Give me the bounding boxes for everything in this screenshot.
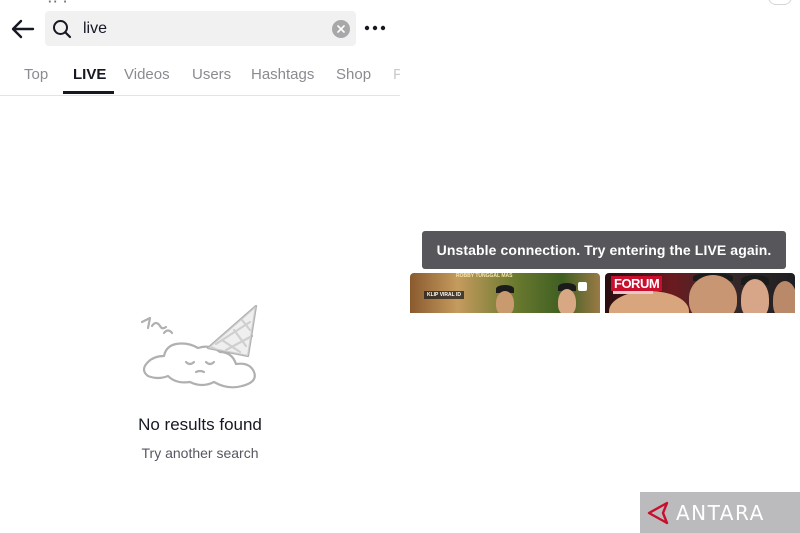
- person-face: [741, 279, 769, 313]
- search-icon: [53, 19, 72, 38]
- melted-ice-cream-icon: [140, 304, 258, 389]
- search-input[interactable]: live: [45, 11, 356, 46]
- tab-videos[interactable]: Videos: [124, 66, 170, 83]
- arrow-left-icon[interactable]: [10, 16, 36, 42]
- tab-users[interactable]: Users: [192, 66, 231, 83]
- tab-hashtags[interactable]: Hashtags: [251, 66, 314, 83]
- status-bar-clipped: ·· ·: [48, 0, 69, 9]
- live-screen: Unstable connection. Try entering the LI…: [400, 0, 800, 533]
- live-thumbnail[interactable]: FORUM: [605, 273, 795, 313]
- search-query[interactable]: live: [83, 20, 332, 38]
- connection-toast: Unstable connection. Try entering the LI…: [422, 231, 786, 269]
- person-face: [496, 291, 514, 313]
- logo-subline: [613, 291, 653, 294]
- select-checkbox[interactable]: [578, 282, 587, 291]
- thumbnail-caption: KLIP VIRAL ID: [424, 291, 464, 299]
- more-dots-icon[interactable]: [363, 20, 387, 36]
- empty-state-title: No results found: [138, 415, 262, 434]
- active-tab-indicator: [63, 91, 114, 94]
- person-face: [609, 291, 689, 313]
- search-screen: ·· · live Top LIVE Videos Users Hashtags…: [0, 0, 400, 533]
- tab-clipped[interactable]: P: [393, 66, 400, 83]
- thumbnail-banner: ROBBY TUNGGAL MAS: [456, 273, 513, 279]
- status-bar-clipped: [768, 0, 792, 5]
- forum-logo: FORUM: [611, 276, 663, 291]
- tab-live[interactable]: LIVE: [73, 66, 106, 83]
- person-face: [689, 275, 737, 313]
- tab-top[interactable]: Top: [24, 66, 48, 83]
- antara-watermark: ANTARA: [640, 492, 800, 533]
- live-thumbnail[interactable]: ROBBY TUNGGAL MAS KLIP VIRAL ID: [410, 273, 600, 313]
- search-tabs: Top LIVE Videos Users Hashtags Shop P: [0, 60, 400, 96]
- antara-logo-icon: [647, 501, 669, 524]
- watermark-text: ANTARA: [676, 500, 765, 525]
- person-face: [773, 281, 795, 313]
- person-face: [558, 289, 576, 313]
- tab-shop[interactable]: Shop: [336, 66, 371, 83]
- clear-icon[interactable]: [332, 19, 350, 38]
- empty-state-subtitle: Try another search: [141, 445, 259, 461]
